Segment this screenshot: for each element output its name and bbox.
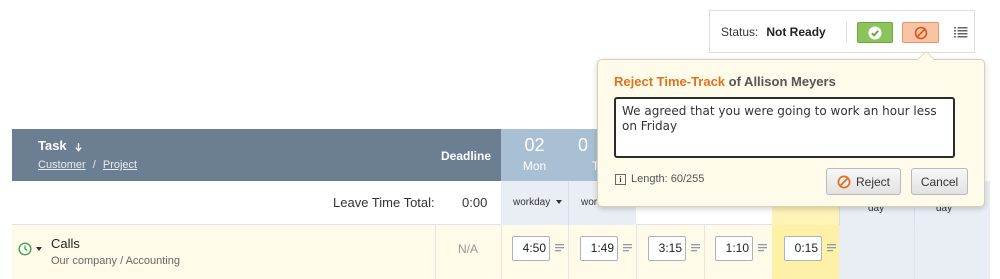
length-text: Length: 60/255 [631, 173, 705, 185]
popup-title: Reject Time-Track of Allison Meyers [614, 74, 836, 89]
status-label: Status: [721, 24, 759, 39]
status-bar: Status: Not Ready [709, 10, 975, 53]
deadline-value: N/A [458, 242, 479, 256]
time-input-tue[interactable]: 1:49 [580, 236, 618, 261]
reject-button[interactable]: Reject [826, 168, 901, 195]
column-subheader: Customer / Project [38, 159, 137, 171]
note-icon[interactable] [555, 243, 564, 252]
popup-title-rest: of Allison Meyers [725, 74, 836, 89]
divider [568, 225, 569, 279]
approve-button[interactable] [857, 22, 893, 43]
time-input-thu[interactable]: 1:10 [715, 236, 753, 261]
time-input-mon[interactable]: 4:50 [512, 236, 550, 261]
cancel-button-label: Cancel [920, 174, 959, 189]
popup-arrow-inner [918, 52, 934, 60]
day-name: Mon [522, 159, 547, 173]
reject-button-label: Reject [855, 174, 890, 189]
ban-icon [837, 175, 851, 188]
arrow-down-icon [75, 142, 82, 152]
time-input-fri[interactable]: 0:15 [784, 236, 822, 261]
divider [846, 22, 847, 42]
divider [501, 225, 502, 279]
divider [704, 225, 705, 279]
divider [435, 225, 436, 279]
note-icon[interactable] [758, 243, 767, 252]
column-task-header[interactable]: Task [38, 138, 83, 153]
table-header: Task Customer / Project Deadline [12, 129, 501, 181]
workday-select-mon[interactable]: workday [513, 197, 563, 208]
chevron-down-icon[interactable] [36, 247, 42, 251]
workday-select-tue[interactable]: wor [581, 197, 597, 208]
time-input-wed[interactable]: 3:15 [648, 236, 686, 261]
note-icon[interactable] [827, 243, 836, 252]
separator: / [92, 159, 96, 171]
note-icon[interactable] [691, 243, 700, 252]
length-counter: i Length: 60/255 [615, 173, 704, 185]
task-customer-project: Our company / Accounting [51, 255, 181, 267]
info-icon: i [615, 173, 626, 185]
popup-title-accent: Reject Time-Track [614, 74, 726, 89]
column-deadline-header: Deadline [441, 149, 492, 163]
clock-icon[interactable] [18, 242, 32, 256]
workday-cell-mon: workday [501, 181, 568, 225]
chevron-down-icon [556, 200, 563, 205]
note-icon[interactable] [623, 243, 632, 252]
ban-icon [914, 26, 927, 39]
day-header-mon: 02 Mon [501, 129, 568, 181]
sort-project-link[interactable]: Project [103, 159, 137, 171]
list-icon[interactable] [954, 25, 968, 39]
divider [636, 225, 637, 279]
status-value: Not Ready [766, 24, 826, 39]
task-name: Calls [51, 236, 80, 251]
cancel-button[interactable]: Cancel [911, 168, 968, 195]
reject-button-top[interactable] [902, 22, 939, 43]
divider [914, 225, 915, 279]
table-row: Calls Our company / Accounting N/A 4:50 … [12, 225, 990, 279]
day-number: 02 [524, 135, 545, 155]
leave-time-label: Leave Time Total: [333, 195, 435, 210]
check-icon [868, 26, 882, 39]
reject-comment-textarea[interactable]: We agreed that you were going to work an… [614, 97, 955, 158]
sort-customer-link[interactable]: Customer [38, 159, 86, 171]
leave-time-value: 0:00 [462, 195, 488, 210]
reject-popup: Reject Time-Track of Allison Meyers We a… [597, 51, 985, 207]
